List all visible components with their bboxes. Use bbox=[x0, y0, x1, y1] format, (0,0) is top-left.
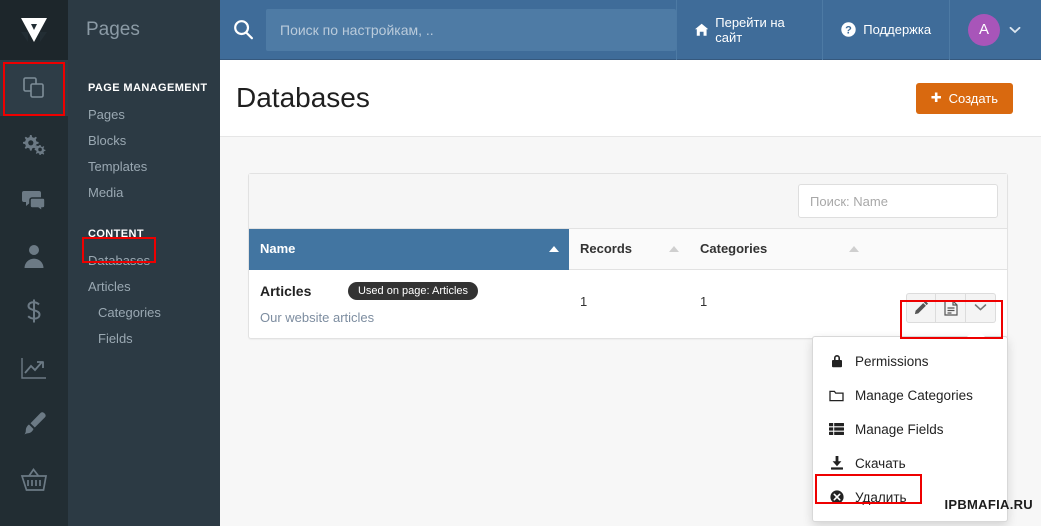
column-header-categories-label: Categories bbox=[700, 241, 768, 257]
table-header-row: Name Records Categories bbox=[249, 229, 1007, 270]
nav-group-title: PAGE MANAGEMENT bbox=[88, 82, 208, 94]
create-button[interactable]: ✚ Создать bbox=[915, 82, 1013, 114]
question-circle-icon: ? bbox=[841, 22, 856, 37]
column-header-name[interactable]: Name bbox=[249, 229, 569, 270]
nav-group-title: CONTENT bbox=[88, 228, 144, 240]
column-header-categories[interactable]: Categories bbox=[689, 229, 869, 270]
menu-item-manage-fields-label: Manage Fields bbox=[855, 421, 944, 437]
sidebar-item-comments[interactable] bbox=[0, 172, 68, 228]
row-title: Articles bbox=[260, 282, 312, 299]
status-badge: Used on page: Articles bbox=[347, 281, 479, 300]
search-icon[interactable] bbox=[220, 0, 266, 60]
app-logo[interactable] bbox=[0, 0, 68, 60]
sidebar-title: Pages bbox=[68, 0, 220, 60]
secondary-sidebar: Pages PAGE MANAGEMENT Pages Blocks Templ… bbox=[68, 0, 220, 526]
support-link[interactable]: ? Поддержка bbox=[823, 0, 949, 60]
cell-categories: 1 bbox=[700, 293, 708, 309]
sidebar-item-fields[interactable]: Fields bbox=[68, 326, 220, 352]
sidebar-item-media[interactable]: Media bbox=[68, 180, 220, 206]
sidebar-item-pages[interactable] bbox=[0, 60, 68, 116]
sidebar-item-templates[interactable]: Templates bbox=[68, 154, 220, 180]
sort-asc-icon bbox=[849, 245, 859, 252]
icon-rail bbox=[0, 0, 68, 526]
sidebar-item-pages-link[interactable]: Pages bbox=[68, 102, 220, 128]
go-to-site-link[interactable]: Перейти на сайт bbox=[677, 0, 822, 60]
row-context-menu: Permissions Manage Categories Manage Fie… bbox=[812, 328, 1008, 522]
delete-circle-icon bbox=[829, 490, 844, 504]
menu-item-manage-fields[interactable]: Manage Fields bbox=[813, 412, 1007, 446]
column-header-records[interactable]: Records bbox=[569, 229, 689, 270]
cell-name: Articles Used on page: Articles Our webs… bbox=[249, 269, 569, 338]
databases-table: Name Records Categories Articles Used on… bbox=[249, 229, 1007, 338]
column-header-name-label: Name bbox=[260, 241, 296, 257]
table-search-input[interactable] bbox=[798, 184, 998, 218]
menu-item-manage-categories-label: Manage Categories bbox=[855, 387, 973, 403]
sidebar-item-members[interactable] bbox=[0, 228, 68, 284]
svg-text:?: ? bbox=[845, 24, 852, 36]
menu-item-delete-download-label: Скачать bbox=[855, 455, 906, 471]
lock-icon bbox=[829, 354, 844, 368]
table-row: Articles Used on page: Articles Our webs… bbox=[249, 269, 1007, 338]
sidebar-item-commerce[interactable] bbox=[0, 284, 68, 340]
row-action-group bbox=[880, 283, 996, 323]
m-logo-icon bbox=[21, 18, 47, 42]
sort-asc-icon bbox=[669, 245, 679, 252]
nav-group-content: CONTENT Databases Articles Categories Fi… bbox=[68, 228, 220, 352]
document-icon[interactable] bbox=[936, 292, 966, 323]
home-icon bbox=[694, 23, 709, 36]
chevron-down-icon[interactable] bbox=[966, 292, 996, 323]
menu-item-permissions[interactable]: Permissions bbox=[813, 344, 1007, 378]
folder-icon bbox=[829, 389, 844, 402]
admin-page: Pages PAGE MANAGEMENT Pages Blocks Templ… bbox=[0, 0, 1041, 526]
main-area: Перейти на сайт ? Поддержка A Databases bbox=[220, 0, 1041, 526]
comments-icon bbox=[22, 191, 46, 212]
cell-actions bbox=[869, 269, 1007, 338]
sidebar-item-store[interactable] bbox=[0, 452, 68, 508]
menu-item-permissions-label: Permissions bbox=[855, 353, 929, 369]
search-input[interactable] bbox=[266, 8, 676, 51]
databases-panel: Name Records Categories bbox=[248, 173, 1008, 339]
nav-group-page-management: PAGE MANAGEMENT Pages Blocks Templates M… bbox=[68, 82, 220, 206]
sidebar-item-settings[interactable] bbox=[0, 116, 68, 172]
cell-records: 1 bbox=[580, 293, 588, 309]
create-button-label: Создать bbox=[948, 90, 998, 106]
global-search bbox=[220, 0, 676, 60]
sidebar-item-blocks[interactable]: Blocks bbox=[68, 128, 220, 154]
sort-asc-icon bbox=[549, 245, 559, 252]
edit-pencil-icon[interactable] bbox=[906, 292, 936, 323]
sidebar-item-databases[interactable]: Databases bbox=[68, 248, 220, 274]
paintbrush-icon bbox=[24, 412, 46, 435]
content-area: Name Records Categories bbox=[220, 137, 1041, 339]
sidebar-item-articles[interactable]: Articles bbox=[68, 274, 220, 300]
top-bar: Перейти на сайт ? Поддержка A bbox=[220, 0, 1041, 60]
menu-item-download[interactable]: Скачать bbox=[813, 446, 1007, 480]
basket-icon bbox=[20, 468, 48, 491]
download-icon bbox=[829, 456, 844, 470]
row-description[interactable]: Our website articles bbox=[260, 310, 558, 325]
plus-icon: ✚ bbox=[930, 90, 942, 105]
go-to-site-label: Перейти на сайт bbox=[715, 14, 785, 45]
sidebar-item-categories[interactable]: Categories bbox=[68, 300, 220, 326]
dollar-icon bbox=[27, 299, 41, 323]
column-header-actions bbox=[869, 229, 1007, 270]
column-header-records-label: Records bbox=[580, 241, 633, 257]
page-title: Databases bbox=[236, 82, 370, 113]
menu-item-manage-categories[interactable]: Manage Categories bbox=[813, 378, 1007, 412]
settings-gears-icon bbox=[23, 135, 46, 155]
sidebar-item-customization[interactable] bbox=[0, 396, 68, 452]
watermark: IPBMAFIA.RU bbox=[944, 497, 1033, 512]
chart-growth-icon bbox=[21, 358, 46, 379]
pages-icon bbox=[23, 77, 44, 98]
user-menu[interactable]: A bbox=[950, 13, 1027, 46]
panel-toolbar bbox=[249, 174, 1007, 229]
support-label: Поддержка bbox=[863, 22, 932, 37]
page-header: Databases ✚ Создать bbox=[220, 60, 1041, 137]
avatar: A bbox=[967, 13, 1000, 46]
user-icon bbox=[24, 245, 44, 268]
menu-item-delete-label: Удалить bbox=[855, 489, 907, 505]
sidebar-item-stats[interactable] bbox=[0, 340, 68, 396]
chevron-down-icon bbox=[1009, 26, 1021, 33]
list-rows-icon bbox=[829, 423, 844, 435]
